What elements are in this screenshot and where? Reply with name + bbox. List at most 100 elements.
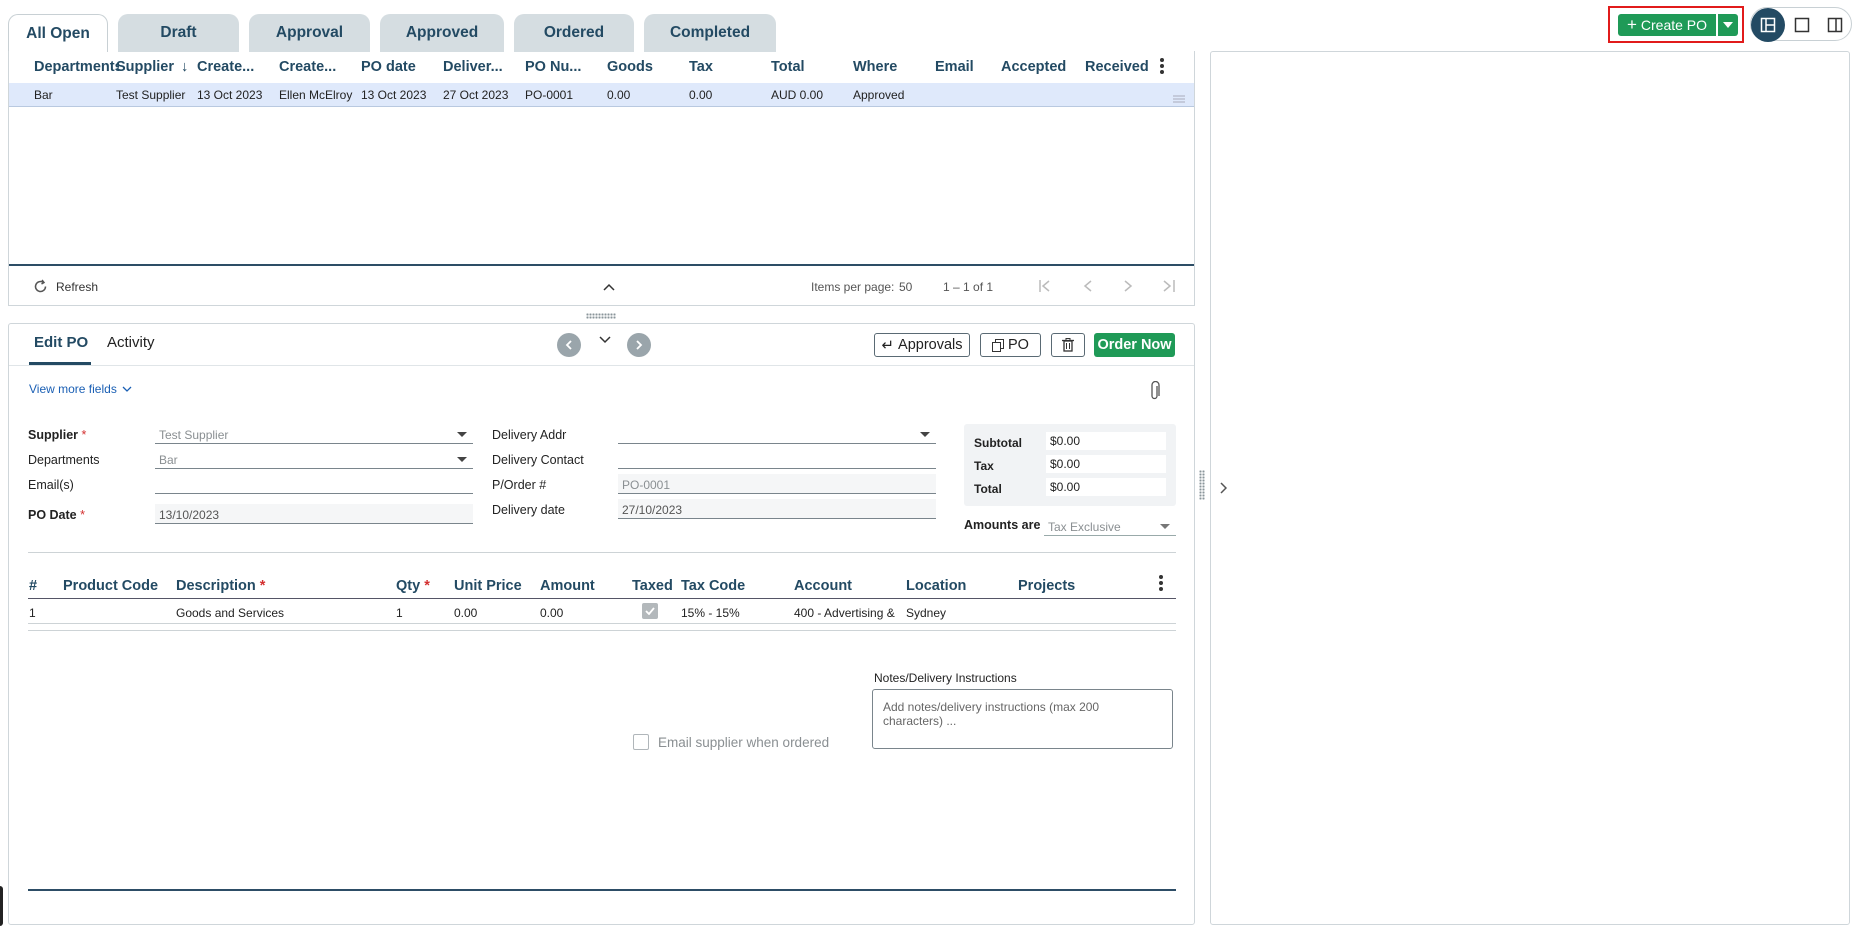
emails-label: Email(s) (28, 478, 74, 492)
col-tax[interactable]: Tax (689, 59, 713, 75)
tab-approved[interactable]: Approved (380, 14, 504, 52)
col-po-date[interactable]: PO date (361, 59, 416, 75)
col-created-by[interactable]: Create... (279, 59, 336, 75)
departments-value: Bar (159, 453, 178, 467)
resize-handle[interactable] (586, 313, 616, 319)
delivery-date-input[interactable]: 27/10/2023 (618, 499, 936, 519)
side-tab[interactable] (0, 886, 3, 926)
expand-grid-button[interactable] (599, 332, 611, 347)
col-delivery[interactable]: Deliver... (443, 59, 503, 75)
line-tax-code[interactable]: 15% - 15% (681, 606, 740, 620)
col-received[interactable]: Received (1085, 59, 1149, 75)
tab-draft[interactable]: Draft (118, 14, 239, 52)
tab-all-open[interactable]: All Open (8, 14, 108, 52)
col-accepted[interactable]: Accepted (1001, 59, 1066, 75)
amounts-are-value: Tax Exclusive (1048, 520, 1121, 534)
col-total[interactable]: Total (771, 59, 805, 75)
delivery-addr-select[interactable] (618, 424, 936, 444)
split-layout-button[interactable] (1751, 8, 1785, 42)
first-page-icon (1039, 280, 1050, 292)
line-row-divider (28, 623, 1176, 624)
line-col-location: Location (906, 578, 967, 594)
porder-label: P/Order # (492, 478, 547, 492)
cell-total: AUD 0.00 (771, 88, 824, 102)
last-page-button[interactable] (1161, 280, 1175, 295)
cell-where: Approved (853, 88, 905, 102)
col-po-number[interactable]: PO Nu... (525, 59, 581, 75)
line-qty[interactable]: 1 (396, 606, 403, 620)
order-now-button[interactable]: Order Now (1094, 333, 1175, 357)
create-po-button[interactable]: + Create PO (1618, 14, 1716, 36)
departments-select[interactable]: Bar (155, 449, 473, 469)
delete-button[interactable] (1051, 333, 1085, 357)
bottom-divider (28, 889, 1176, 891)
dropdown-caret-icon (1160, 524, 1170, 529)
single-layout-button[interactable] (1785, 8, 1819, 42)
line-col-unit-price: Unit Price (454, 578, 522, 594)
delivery-contact-input[interactable] (618, 449, 936, 469)
tab-activity[interactable]: Activity (107, 334, 155, 351)
approvals-button[interactable]: ↵ Approvals (874, 333, 970, 357)
col-created[interactable]: Create... (197, 59, 254, 75)
expand-panel-button[interactable] (1219, 482, 1228, 497)
line-unit-price[interactable]: 0.00 (454, 606, 477, 620)
tab-ordered[interactable]: Ordered (514, 14, 634, 52)
col-supplier[interactable]: Supplier ↓ (116, 59, 188, 75)
create-po-dropdown-button[interactable] (1718, 14, 1738, 36)
po-copy-button[interactable]: PO (980, 333, 1041, 357)
col-email[interactable]: Email (935, 59, 974, 75)
tab-divider (9, 365, 1194, 366)
line-row-divider (28, 630, 1176, 631)
attachment-button[interactable] (1149, 380, 1161, 404)
columns-layout-button[interactable] (1818, 8, 1852, 42)
prev-page-button[interactable] (1083, 280, 1093, 295)
porder-input[interactable]: PO-0001 (618, 474, 936, 494)
first-page-button[interactable] (1039, 280, 1053, 295)
cell-delivery: 27 Oct 2023 (443, 88, 509, 102)
po-date-label: PO Date * (28, 508, 85, 522)
next-po-button[interactable] (627, 333, 651, 357)
collapse-grid-button[interactable] (603, 279, 615, 294)
supplier-select[interactable]: Test Supplier (155, 424, 473, 444)
columns-layout-icon (1827, 17, 1843, 33)
view-more-fields-link[interactable]: View more fields (29, 382, 132, 396)
subtotal-label: Subtotal (974, 436, 1022, 450)
amounts-are-label: Amounts are (964, 518, 1041, 532)
emails-input[interactable] (155, 474, 473, 494)
col-departments[interactable]: Departments (34, 59, 119, 75)
tab-approval[interactable]: Approval (249, 14, 370, 52)
po-date-input[interactable]: 13/10/2023 (155, 504, 473, 524)
line-column-menu-icon[interactable] (1158, 574, 1164, 595)
tax-value: $0.00 (1046, 455, 1166, 473)
po-grid: Departments Supplier ↓ Create... Create.… (8, 51, 1195, 306)
email-supplier-checkbox[interactable] (633, 734, 649, 750)
tab-completed[interactable]: Completed (644, 14, 776, 52)
amounts-are-select[interactable]: Tax Exclusive (1044, 516, 1176, 536)
line-taxed-checkbox[interactable] (642, 603, 658, 619)
drag-handle-icon[interactable] (1173, 91, 1185, 103)
line-account[interactable]: 400 - Advertising & M (794, 606, 898, 620)
col-where[interactable]: Where (853, 59, 897, 75)
prev-po-button[interactable] (557, 333, 581, 357)
line-col-tax-code: Tax Code (681, 578, 746, 594)
delivery-date-label: Delivery date (492, 503, 565, 517)
chevron-left-icon (565, 340, 572, 350)
line-description[interactable]: Goods and Services (176, 606, 284, 620)
plus-icon: + (1626, 15, 1637, 34)
table-row[interactable]: Bar Test Supplier 13 Oct 2023 Ellen McEl… (9, 83, 1194, 107)
caret-down-icon (1723, 22, 1733, 28)
line-location[interactable]: Sydney (906, 606, 946, 620)
notes-textarea[interactable]: Add notes/delivery instructions (max 200… (872, 689, 1173, 749)
tab-edit-po[interactable]: Edit PO (34, 334, 88, 351)
status-tabs: All Open Draft Approval Approved Ordered… (8, 14, 776, 52)
refresh-icon (34, 279, 47, 293)
items-per-page-select[interactable]: 50 (899, 280, 912, 294)
col-goods[interactable]: Goods (607, 59, 653, 75)
split-resize-handle[interactable] (1199, 470, 1205, 500)
column-menu-icon[interactable] (1159, 57, 1165, 78)
col-supplier-label: Supplier (116, 59, 175, 75)
next-page-button[interactable] (1123, 280, 1133, 295)
refresh-button[interactable]: Refresh (33, 279, 98, 294)
cell-tax: 0.00 (689, 88, 713, 102)
split-layout-icon (1760, 17, 1776, 33)
